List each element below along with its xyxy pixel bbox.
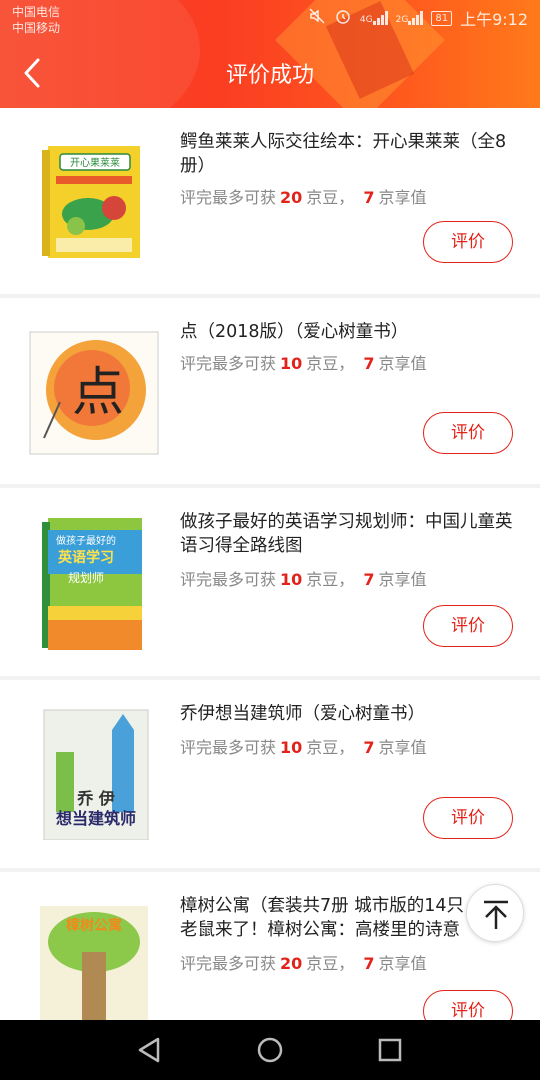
list-item: 点 点（2018版）（爱心树童书） 评完最多可获 10 京豆， 7 京享值 评价 [0, 298, 540, 484]
book-title[interactable]: 做孩子最好的英语学习规划师：中国儿童英语习得全路线图 [180, 510, 520, 558]
list-item: 做孩子最好的 英语学习 规划师 做孩子最好的英语学习规划师：中国儿童英语习得全路… [0, 488, 540, 676]
book-title[interactable]: 樟树公寓（套装共7册 城市版的14只老鼠来了！樟树公寓：高楼里的诗意 [180, 894, 480, 942]
cover-title-text: 做孩子最好的 [56, 534, 116, 547]
bean-count: 20 [280, 954, 303, 973]
book-cover-image[interactable]: 点 [26, 318, 160, 458]
review-item-list: 开心果莱莱 鳄鱼莱莱人际交往绘本：开心果莱莱（全8册） 评完最多可获 20 京豆， … [0, 108, 540, 1020]
arrow-to-top-icon[interactable] [466, 884, 524, 942]
reward-info: 评完最多可获 10 京豆， 7 京享值 [180, 738, 427, 757]
value-count: 7 [363, 188, 375, 207]
reward-info: 评完最多可获 20 京豆， 7 京享值 [180, 954, 427, 973]
cover-title-text: 樟树公寓 [66, 917, 122, 934]
reward-info: 评完最多可获 20 京豆， 7 京享值 [180, 188, 427, 207]
battery-icon: 81 [431, 10, 453, 26]
cover-title-text: 英语学习 [57, 549, 114, 566]
triangle-back-icon[interactable] [134, 1034, 166, 1066]
value-count: 7 [363, 954, 375, 973]
page-title: 评价成功 [225, 63, 314, 88]
header-bar: 中国电信 中国移动 4G 2G 81 上午9:12 评价成功 [0, 0, 540, 108]
review-button[interactable]: 评价 [423, 990, 513, 1020]
book-title[interactable]: 乔伊想当建筑师（爱心树童书） [180, 702, 520, 726]
signal-icon-1: 4G [360, 11, 388, 25]
bean-count: 10 [280, 570, 303, 589]
review-button[interactable]: 评价 [423, 221, 513, 263]
reward-info: 评完最多可获 10 京豆， 7 京享值 [180, 354, 427, 373]
bean-count: 10 [280, 354, 303, 373]
cover-title-text: 规划师 [68, 570, 104, 585]
carrier-label-2: 中国移动 [12, 21, 61, 35]
reward-info: 评完最多可获 10 京豆， 7 京享值 [180, 570, 427, 589]
alarm-icon [334, 7, 352, 29]
review-button[interactable]: 评价 [423, 412, 513, 454]
circle-home-icon[interactable] [254, 1034, 286, 1066]
status-bar: 中国电信 中国移动 4G 2G 81 上午9:12 [0, 0, 540, 36]
cover-title-text: 乔 伊 [76, 789, 115, 808]
cover-title-text: 想当建筑师 [55, 809, 136, 828]
list-item: 樟树公寓 樟树公寓（套装共7册 城市版的14只老鼠来了！樟树公寓：高楼里的诗意 … [0, 872, 540, 1020]
book-cover-image[interactable]: 做孩子最好的 英语学习 规划师 [26, 510, 160, 650]
signal-icon-2: 2G [396, 11, 424, 25]
cover-title-text: 点 [72, 363, 124, 423]
bean-count: 20 [280, 188, 303, 207]
book-cover-image[interactable]: 樟树公寓 [26, 892, 160, 1020]
list-item: 乔 伊 想当建筑师 乔伊想当建筑师（爱心树童书） 评完最多可获 10 京豆， 7 京享… [0, 680, 540, 868]
value-count: 7 [363, 354, 375, 373]
cover-title-text: 开心果莱莱 [70, 157, 120, 169]
book-cover-image[interactable]: 乔 伊 想当建筑师 [26, 700, 160, 841]
book-cover-image[interactable]: 开心果莱莱 [26, 130, 160, 270]
value-count: 7 [363, 570, 375, 589]
review-button[interactable]: 评价 [423, 797, 513, 839]
square-recent-icon[interactable] [374, 1034, 406, 1066]
book-title[interactable]: 鳄鱼莱莱人际交往绘本：开心果莱莱（全8册） [180, 130, 520, 178]
value-count: 7 [363, 738, 375, 757]
carrier-label-1: 中国电信 [12, 5, 61, 19]
list-item: 开心果莱莱 鳄鱼莱莱人际交往绘本：开心果莱莱（全8册） 评完最多可获 20 京豆， … [0, 108, 540, 294]
book-title[interactable]: 点（2018版）（爱心树童书） [180, 320, 520, 344]
review-button[interactable]: 评价 [423, 605, 513, 647]
bean-count: 10 [280, 738, 303, 757]
system-nav-bar [0, 1020, 540, 1080]
mute-icon [308, 7, 326, 29]
status-time: 上午9:12 [460, 10, 528, 29]
